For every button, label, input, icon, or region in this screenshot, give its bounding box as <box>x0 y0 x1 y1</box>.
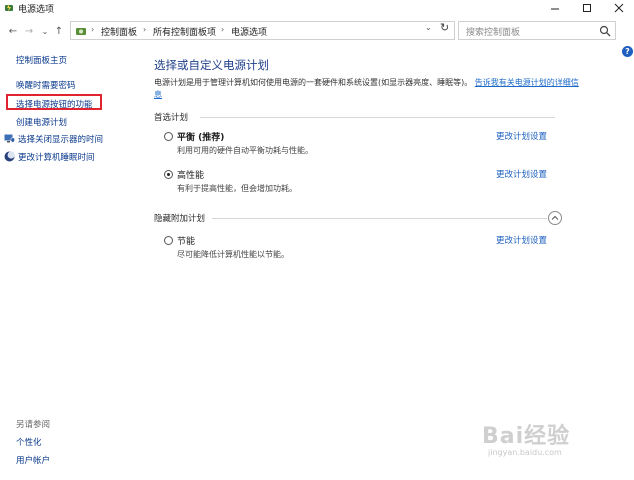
radio-balanced[interactable] <box>164 132 173 141</box>
plan-name-power-saver: 节能 <box>177 237 196 247</box>
sidebar-item-create-plan[interactable]: 创建电源计划 <box>16 116 67 128</box>
refresh-icon[interactable]: ↻ <box>440 21 449 34</box>
sidebar-item-personalization[interactable]: 个性化 <box>16 436 42 448</box>
crumb-power-options[interactable]: 电源选项 <box>231 25 267 38</box>
help-icon[interactable]: ? <box>622 46 633 57</box>
change-plan-link-power-saver[interactable]: 更改计划设置 <box>496 234 547 246</box>
sidebar-item-home[interactable]: 控制面板主页 <box>16 54 67 66</box>
group-divider <box>212 218 547 219</box>
chevron-up-icon <box>551 215 559 220</box>
plan-name-balanced: 平衡 (推荐) <box>177 133 225 143</box>
sidebar-item-user-accounts[interactable]: 用户帐户 <box>16 454 50 466</box>
see-also-label: 另请参阅 <box>16 420 51 430</box>
maximize-button[interactable] <box>572 0 602 16</box>
title-bar: 电源选项 <box>0 0 634 16</box>
recent-locations-button[interactable]: ⌄ <box>38 24 52 38</box>
highlight-box <box>6 94 102 110</box>
plan-name-high-performance: 高性能 <box>177 171 205 181</box>
window-title: 电源选项 <box>18 5 55 15</box>
address-row: ← → ⌄ ↑ › 控制面板 › 所有控制面板项 › 电源选项 ⌄ ↻ 搜索控制… <box>0 19 634 43</box>
crumb-control-panel[interactable]: 控制面板 <box>101 25 137 38</box>
minimize-button[interactable] <box>540 0 570 16</box>
plan-desc-high-performance: 有利于提高性能，但会增加功耗。 <box>177 184 297 193</box>
forward-button[interactable]: → <box>22 24 36 38</box>
address-bar[interactable]: › 控制面板 › 所有控制面板项 › 电源选项 <box>70 21 455 40</box>
crumb-separator: › <box>91 25 95 34</box>
crumb-all-items[interactable]: 所有控制面板项 <box>153 25 216 38</box>
hidden-plans-header: 隐藏附加计划 <box>154 214 206 224</box>
close-icon <box>614 3 624 13</box>
intro-text: 电源计划是用于管理计算机如何使用电源的一套硬件和系统设置(如显示器亮度、睡眠等)… <box>154 78 473 87</box>
collapse-hidden-plans-button[interactable] <box>548 211 562 225</box>
preferred-plans-header: 首选计划 <box>154 113 189 123</box>
radio-power-saver[interactable] <box>164 236 173 245</box>
watermark-url: jingyan.baidu.com <box>488 448 562 457</box>
search-box[interactable]: 搜索控制面板 <box>458 21 616 40</box>
sidebar-item-sleep-time[interactable]: 更改计算机睡眠时间 <box>18 151 95 163</box>
watermark-logo: Bai经验 <box>482 424 571 449</box>
control-panel-icon <box>76 28 86 35</box>
back-button[interactable]: ← <box>6 24 20 38</box>
radio-high-performance[interactable] <box>164 170 173 179</box>
power-options-icon <box>5 4 13 12</box>
close-button[interactable] <box>604 0 634 16</box>
page-title: 选择或自定义电源计划 <box>154 58 269 72</box>
intro-paragraph: 电源计划是用于管理计算机如何使用电源的一套硬件和系统设置(如显示器亮度、睡眠等)… <box>154 77 584 101</box>
crumb-separator: › <box>221 25 225 34</box>
sidebar-item-display-off[interactable]: 选择关闭显示器的时间 <box>18 133 103 145</box>
change-plan-link-high-performance[interactable]: 更改计划设置 <box>496 168 547 180</box>
display-shield-icon <box>4 134 15 143</box>
sidebar: 控制面板主页 唤醒时需要密码 选择电源按钮的功能 创建电源计划 选择关闭显示器的… <box>0 44 140 480</box>
group-divider <box>200 117 555 118</box>
maximize-icon <box>583 4 591 12</box>
sidebar-item-wake-password[interactable]: 唤醒时需要密码 <box>16 79 76 91</box>
minimize-icon <box>551 8 559 10</box>
plan-desc-power-saver: 尽可能降低计算机性能以节能。 <box>177 250 289 259</box>
search-placeholder: 搜索控制面板 <box>466 28 521 38</box>
search-icon[interactable] <box>599 25 611 37</box>
up-button[interactable]: ↑ <box>52 24 66 38</box>
address-dropdown-icon[interactable]: ⌄ <box>425 23 432 32</box>
sleep-moon-icon <box>4 151 15 162</box>
crumb-separator: › <box>143 25 147 34</box>
plan-desc-balanced: 利用可用的硬件自动平衡功耗与性能。 <box>177 146 313 155</box>
watermark: Bai经验 jingyan.baidu.com <box>482 418 571 457</box>
change-plan-link-balanced[interactable]: 更改计划设置 <box>496 130 547 142</box>
